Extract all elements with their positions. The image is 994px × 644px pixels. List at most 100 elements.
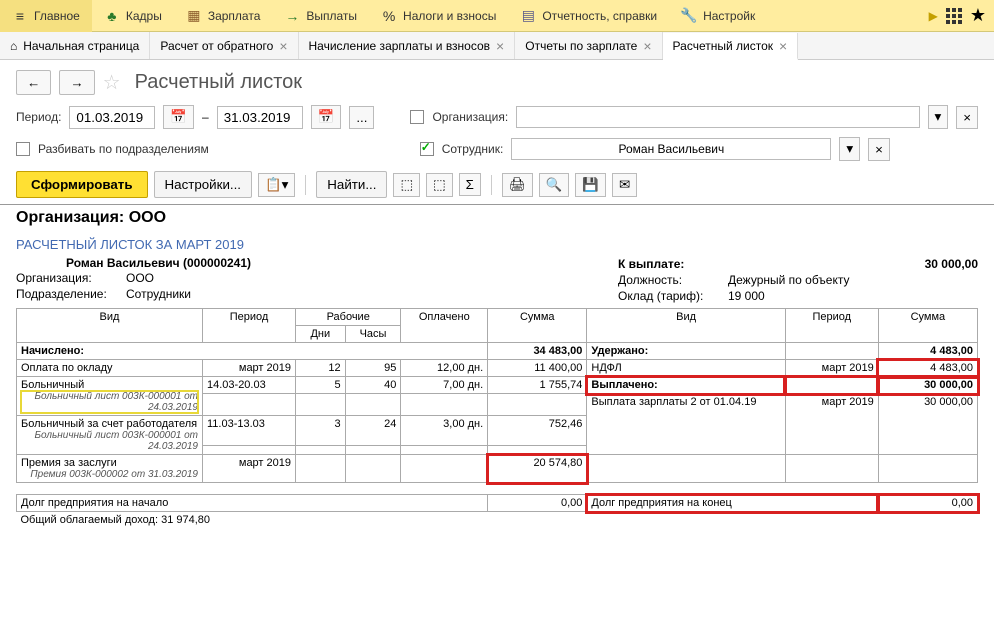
debt-start-label: Долг предприятия на начало [17,495,488,512]
table-row: Долг предприятия на начало 0,00 Долг пре… [17,495,978,512]
print-icon[interactable]: 🖨 [502,173,533,197]
calendar-icon[interactable]: 📅 [311,105,342,129]
arrow-icon: → [284,8,300,24]
date-to-input[interactable] [217,106,303,129]
salary-value: 19 000 [728,289,978,303]
nav-kadry[interactable]: ♣Кадры [92,0,174,32]
tab-otchety[interactable]: Отчеты по зарплате × [515,32,662,59]
close-icon[interactable]: × [643,38,651,54]
table-icon: ▦ [186,8,202,24]
position-value: Дежурный по объекту [728,273,978,287]
save-icon[interactable]: 💾 [575,173,606,197]
close-icon[interactable]: × [496,38,504,54]
nav-zarplata[interactable]: ▦Зарплата [174,0,273,32]
withheld-label: Удержано: [587,343,785,360]
cell: 3,00 дн. [401,416,488,446]
cell: март 2019 [785,360,878,377]
tab-raschet[interactable]: Расчет от обратного× [150,32,298,59]
salary-label: Оклад (тариф): [618,289,728,303]
close-icon[interactable]: × [279,38,287,54]
select-dropdown-icon[interactable]: ▾ [928,105,949,129]
table-row: БольничныйБольничный лист 003К-000001 от… [17,377,978,394]
tab-home[interactable]: ⌂Начальная страница [0,32,150,59]
table-row: Премия за заслугиПремия 003К-000002 от 3… [17,455,978,483]
nav-main[interactable]: ≡Главное [0,0,92,32]
wrench-icon: 🔧 [681,8,697,24]
cell: 24 [345,416,401,446]
nav-nalogi[interactable]: %Налоги и взносы [369,0,508,32]
tab-label: Начальная страница [23,39,139,53]
calendar-icon[interactable]: 📅 [163,105,194,129]
clear-icon[interactable]: × [956,106,978,129]
cell: 5 [296,377,346,394]
col-period: Период [203,309,296,343]
cell: Оплата по окладу [17,360,203,377]
cell: 7,00 дн. [401,377,488,394]
nav-label: Главное [34,9,80,23]
apps-icon[interactable] [946,8,962,24]
close-icon[interactable]: × [779,38,787,54]
favorite-icon[interactable]: ☆ [103,70,121,95]
org-select[interactable] [516,106,919,128]
col-days: Дни [296,326,346,343]
filter-row-split: Разбивать по подразделениям Сотрудник: Р… [0,133,994,165]
split-checkbox[interactable] [16,142,30,156]
nav-otchetnost[interactable]: ▤Отчетность, справки [508,0,669,32]
preview-icon[interactable]: 🔍 [539,173,570,197]
forward-button[interactable]: → [59,70,94,95]
report-body: Организация: ООО РАСЧЕТНЫЙ ЛИСТОК ЗА МАР… [0,205,994,536]
nav-label: Настройк [703,9,755,23]
col-type2: Вид [587,309,785,343]
action-toolbar: Сформировать Настройки... 📋▾ Найти... ⬚ … [0,165,994,205]
doc-note: Больничный лист 003К-000001 от 24.03.201… [21,391,198,413]
nav-vyplaty[interactable]: →Выплаты [272,0,369,32]
emp-label: Сотрудник: [442,142,504,156]
cell: март 2019 [203,455,296,483]
tab-raschetny-listok[interactable]: Расчетный листок× [663,33,799,60]
period-more-button[interactable]: ... [349,106,374,129]
paid-sum: 30 000,00 [878,377,977,394]
cell: 12 [296,360,346,377]
cell: 4 483,00 [878,360,977,377]
emp-checkbox[interactable] [420,142,434,156]
col-hours: Часы [345,326,401,343]
expand-icon[interactable]: ⬚ [393,173,420,197]
collapse-icon[interactable]: ⬚ [426,173,453,197]
debt-end-label: Долг предприятия на конец [587,495,878,512]
paid-label: Выплачено: [587,377,785,394]
report-icon: ▤ [520,8,536,24]
period-label: Период: [16,110,61,124]
clear-icon[interactable]: × [868,138,890,161]
table-header-row: Вид Период Рабочие Оплачено Сумма Вид Пе… [17,309,978,326]
nav-nastroika[interactable]: 🔧 Настройк [669,0,767,32]
find-button[interactable]: Найти... [316,171,387,198]
position-label: Должность: [618,273,728,287]
email-icon[interactable]: ✉ [612,173,637,197]
back-button[interactable]: ← [16,70,51,95]
settings-button[interactable]: Настройки... [154,171,252,198]
cell: 11 400,00 [488,360,587,377]
org-checkbox[interactable] [410,110,424,124]
save-settings-icon[interactable]: 📋▾ [258,173,295,197]
col-paid: Оплачено [401,309,488,343]
cell: 14.03-20.03 [203,377,296,394]
info-grid: Роман Васильевич (000000241) Организация… [16,256,978,304]
debt-end-value: 0,00 [878,495,977,512]
table-row [17,483,978,495]
tab-nachislenie[interactable]: Начисление зарплаты и взносов × [299,32,516,59]
tabs-bar: ⌂Начальная страница Расчет от обратного×… [0,32,994,60]
payout-label: К выплате: [618,257,925,271]
star-icon[interactable]: ★ [970,5,986,26]
sum-icon[interactable]: Σ [459,173,481,196]
date-from-input[interactable] [69,106,155,129]
dept-info-value: Сотрудники [126,287,618,301]
col-type: Вид [17,309,203,343]
tab-label: Начисление зарплаты и взносов [309,39,491,53]
cell: Премия за заслугиПремия 003К-000002 от 3… [17,455,203,483]
tab-label: Отчеты по зарплате [525,39,637,53]
emp-select[interactable]: Роман Васильевич [511,138,831,160]
org-info-value: ООО [126,271,618,285]
select-dropdown-icon[interactable]: ▾ [839,137,860,161]
more-icon[interactable]: ▶ [929,9,938,23]
form-button[interactable]: Сформировать [16,171,148,198]
